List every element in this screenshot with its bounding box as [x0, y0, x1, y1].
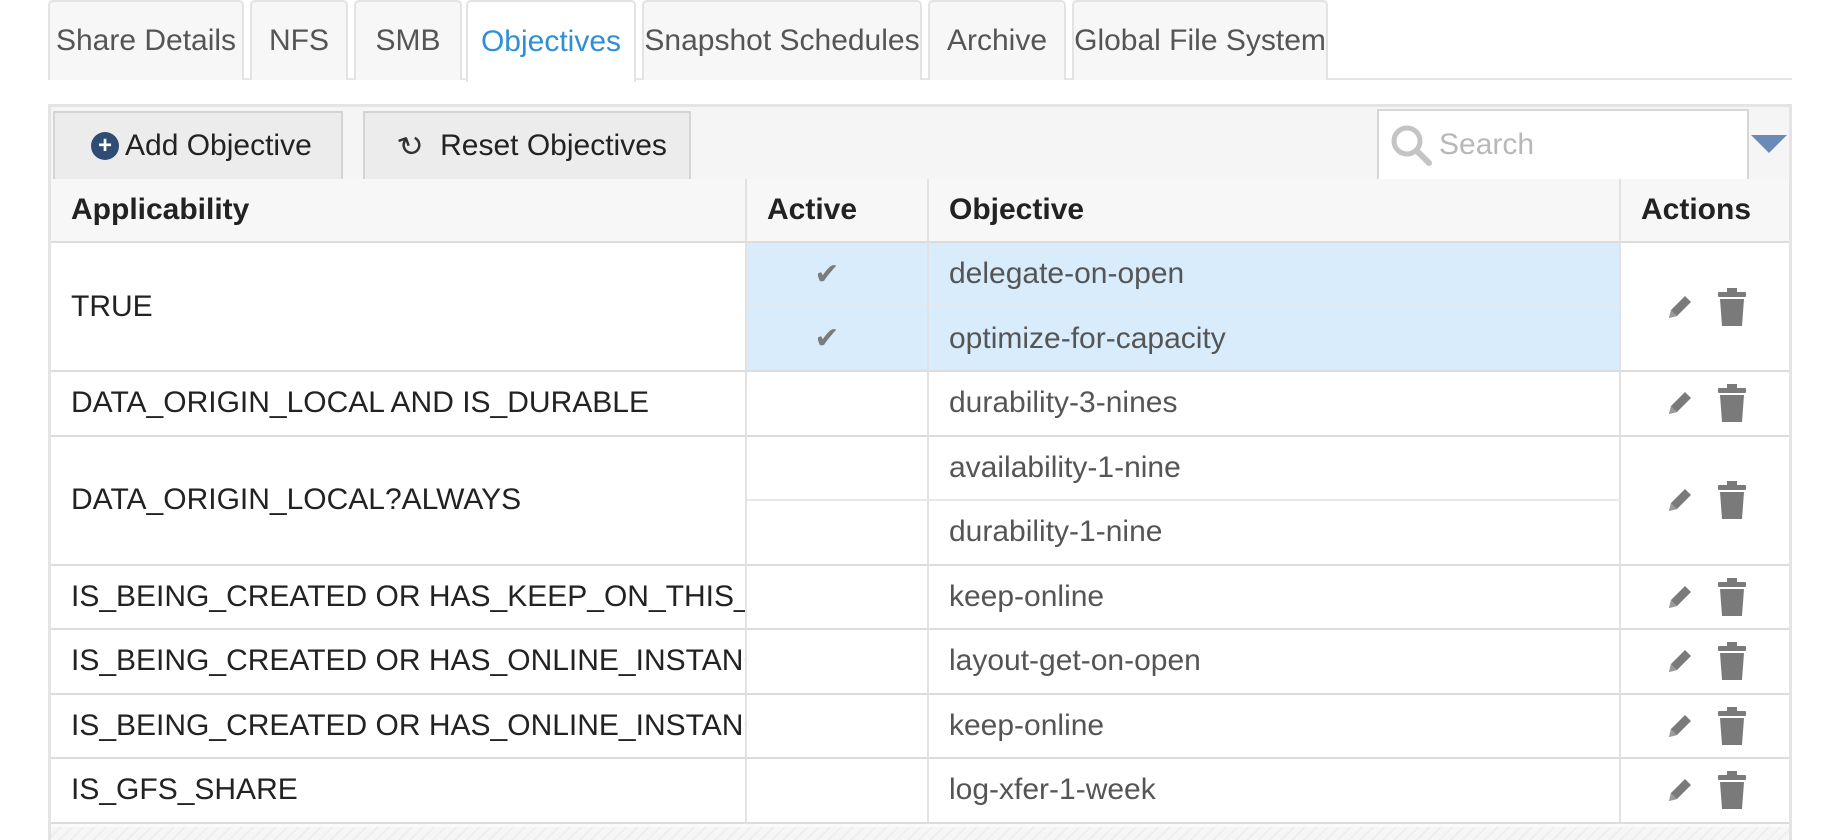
- header-actions: Actions: [1621, 179, 1789, 243]
- add-objective-label: Add Objective: [125, 129, 312, 162]
- table-footer: [51, 827, 1789, 840]
- applicability-cell[interactable]: IS_BEING_CREATED OR HAS_ONLINE_INSTANCE …: [51, 694, 747, 759]
- active-cell[interactable]: ✔: [747, 243, 929, 308]
- objective-cell[interactable]: layout-get-on-open: [929, 630, 1621, 695]
- trash-icon[interactable]: [1717, 480, 1747, 520]
- header-active[interactable]: Active: [747, 179, 929, 243]
- active-cell[interactable]: [747, 759, 929, 824]
- reset-objectives-button[interactable]: ↻ Reset Objectives: [363, 111, 691, 181]
- trash-icon[interactable]: [1717, 287, 1747, 327]
- trash-icon[interactable]: [1717, 641, 1747, 681]
- objective-cell[interactable]: log-xfer-1-week: [929, 759, 1621, 824]
- reset-objectives-label: Reset Objectives: [440, 129, 667, 162]
- objectives-panel: + Add Objective ↻ Reset Objectives Appli…: [48, 104, 1792, 840]
- active-cell[interactable]: [747, 372, 929, 437]
- active-cell[interactable]: [747, 565, 929, 630]
- add-objective-button[interactable]: + Add Objective: [53, 111, 343, 181]
- tab-smb[interactable]: SMB: [354, 0, 462, 80]
- tab-snapshot-schedules[interactable]: Snapshot Schedules: [642, 0, 922, 80]
- search-options-dropdown[interactable]: [1749, 109, 1789, 181]
- search-icon: [1391, 125, 1432, 166]
- tab-bar: Share Details NFS SMB Objectives Snapsho…: [48, 0, 1792, 82]
- applicability-cell[interactable]: IS_GFS_SHARE: [51, 759, 747, 824]
- tab-share-details[interactable]: Share Details: [48, 0, 244, 80]
- toolbar: + Add Objective ↻ Reset Objectives: [51, 107, 1789, 181]
- applicability-cell[interactable]: DATA_ORIGIN_LOCAL?ALWAYS: [51, 436, 747, 566]
- objective-cell[interactable]: optimize-for-capacity: [929, 307, 1621, 372]
- checkmark-icon: ✔: [814, 322, 840, 356]
- active-cell[interactable]: [747, 501, 929, 566]
- row-actions: [1621, 372, 1789, 437]
- pencil-icon[interactable]: [1663, 290, 1697, 324]
- pencil-icon[interactable]: [1663, 483, 1697, 517]
- row-actions: [1621, 630, 1789, 695]
- trash-icon[interactable]: [1717, 577, 1747, 617]
- trash-icon[interactable]: [1717, 706, 1747, 746]
- applicability-cell[interactable]: IS_BEING_CREATED OR HAS_ONLINE_INSTANCE: [51, 630, 747, 695]
- search-input[interactable]: [1439, 115, 1739, 175]
- tab-objectives[interactable]: Objectives: [466, 0, 636, 82]
- pencil-icon[interactable]: [1663, 773, 1697, 807]
- pencil-icon[interactable]: [1663, 580, 1697, 614]
- applicability-cell[interactable]: DATA_ORIGIN_LOCAL AND IS_DURABLE: [51, 372, 747, 437]
- tab-nfs[interactable]: NFS: [250, 0, 348, 80]
- header-objective[interactable]: Objective: [929, 179, 1621, 243]
- applicability-cell[interactable]: IS_BEING_CREATED OR HAS_KEEP_ON_THIS_SIT…: [51, 565, 747, 630]
- active-cell[interactable]: [747, 694, 929, 759]
- pencil-icon[interactable]: [1663, 644, 1697, 678]
- row-actions: [1621, 694, 1789, 759]
- applicability-cell[interactable]: TRUE: [51, 243, 747, 372]
- checkmark-icon: ✔: [814, 257, 840, 291]
- objective-cell[interactable]: durability-1-nine: [929, 501, 1621, 566]
- row-actions: [1621, 243, 1789, 372]
- pencil-icon[interactable]: [1663, 709, 1697, 743]
- active-cell[interactable]: ✔: [747, 307, 929, 372]
- tab-global-file-system[interactable]: Global File System: [1072, 0, 1328, 80]
- row-actions: [1621, 565, 1789, 630]
- tab-archive[interactable]: Archive: [928, 0, 1066, 80]
- objective-cell[interactable]: keep-online: [929, 565, 1621, 630]
- search-box: [1377, 109, 1749, 181]
- row-actions: [1621, 759, 1789, 824]
- row-actions: [1621, 436, 1789, 566]
- trash-icon[interactable]: [1717, 770, 1747, 810]
- refresh-icon: ↻: [394, 126, 430, 166]
- header-applicability[interactable]: Applicability: [51, 179, 747, 243]
- plus-circle-icon: +: [91, 132, 119, 160]
- objective-cell[interactable]: keep-online: [929, 694, 1621, 759]
- objective-cell[interactable]: availability-1-nine: [929, 436, 1621, 501]
- objective-cell[interactable]: delegate-on-open: [929, 243, 1621, 308]
- active-cell[interactable]: [747, 630, 929, 695]
- caret-down-icon: [1751, 135, 1787, 153]
- active-cell[interactable]: [747, 436, 929, 501]
- pencil-icon[interactable]: [1663, 386, 1697, 420]
- trash-icon[interactable]: [1717, 383, 1747, 423]
- objective-cell[interactable]: durability-3-nines: [929, 372, 1621, 437]
